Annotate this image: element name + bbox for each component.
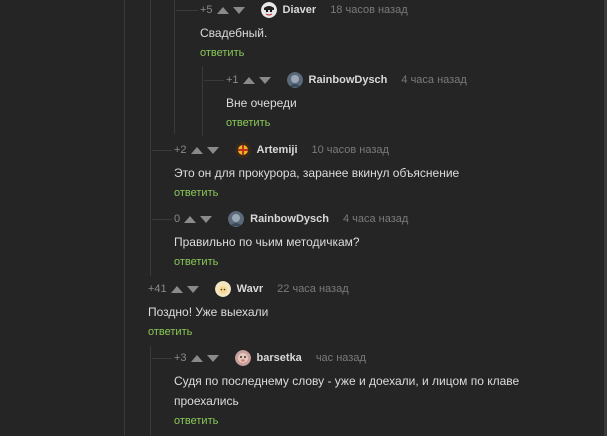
comment-header: +3 barsetka час назад bbox=[174, 348, 554, 368]
comment-author[interactable]: Artemiji bbox=[257, 144, 298, 156]
thread-line bbox=[150, 346, 151, 436]
comment: +41 Wavr 22 часа назад Поздно! Уже выеха… bbox=[148, 279, 349, 340]
comment: +3 barsetka час назад Судя по последнему… bbox=[174, 348, 554, 429]
comment-rating: 0 bbox=[174, 213, 181, 225]
upvote-icon[interactable] bbox=[170, 285, 183, 293]
comment-author[interactable]: Wavr bbox=[237, 283, 264, 295]
reply-link[interactable]: ответить bbox=[200, 47, 244, 59]
thread-connector bbox=[152, 219, 172, 220]
comment-author[interactable]: RainbowDysch bbox=[309, 74, 388, 86]
comment-rating: +2 bbox=[174, 144, 187, 156]
comment: +5 Diaver 18 часов назад Свадебный. отве… bbox=[200, 0, 408, 61]
comment-text: Правильно по чьим методичкам? bbox=[174, 235, 360, 249]
comment-time[interactable]: 10 часов назад bbox=[312, 144, 389, 156]
comment-text: Свадебный. bbox=[200, 26, 268, 40]
avatar[interactable] bbox=[260, 2, 277, 18]
reply-link[interactable]: ответить bbox=[174, 256, 218, 268]
downvote-icon[interactable] bbox=[200, 215, 213, 223]
comment-header: +5 Diaver 18 часов назад bbox=[200, 0, 408, 20]
comment-header: +2 Artemiji 10 часов назад bbox=[174, 140, 459, 160]
comment-rating: +3 bbox=[174, 352, 187, 364]
thread-line bbox=[174, 0, 175, 134]
upvote-icon[interactable] bbox=[184, 215, 197, 223]
downvote-icon[interactable] bbox=[186, 285, 199, 293]
comment-time[interactable]: 4 часа назад bbox=[343, 213, 408, 225]
thread-line bbox=[124, 0, 125, 436]
comment-header: +41 Wavr 22 часа назад bbox=[148, 279, 349, 299]
reply-link[interactable]: ответить bbox=[174, 187, 218, 199]
avatar[interactable] bbox=[234, 142, 251, 158]
comment-text: Поздно! Уже выехали bbox=[148, 305, 269, 319]
comment-time[interactable]: час назад bbox=[316, 352, 366, 364]
downvote-icon[interactable] bbox=[258, 76, 271, 84]
avatar[interactable] bbox=[228, 211, 245, 227]
thread-connector bbox=[152, 358, 172, 359]
comment-time[interactable]: 4 часа назад bbox=[401, 74, 466, 86]
upvote-icon[interactable] bbox=[190, 146, 203, 154]
thread-connector bbox=[176, 10, 198, 11]
avatar[interactable] bbox=[234, 350, 251, 366]
avatar[interactable] bbox=[286, 72, 303, 88]
comments-page: +5 Diaver 18 часов назад Свадебный. отве… bbox=[0, 0, 607, 436]
downvote-icon[interactable] bbox=[206, 354, 219, 362]
upvote-icon[interactable] bbox=[242, 76, 255, 84]
reply-link[interactable]: ответить bbox=[174, 415, 218, 427]
thread-line bbox=[202, 66, 203, 136]
comment-author[interactable]: barsetka bbox=[257, 352, 302, 364]
comment-rating: +1 bbox=[226, 74, 239, 86]
comment-header: 0 RainbowDysch 4 часа назад bbox=[174, 209, 408, 229]
avatar[interactable] bbox=[214, 281, 231, 297]
upvote-icon[interactable] bbox=[216, 6, 229, 14]
thread-connector bbox=[152, 150, 172, 151]
comment-rating: +5 bbox=[200, 4, 213, 16]
comment-time[interactable]: 18 часов назад bbox=[330, 4, 407, 16]
downvote-icon[interactable] bbox=[232, 6, 245, 14]
comment: +1 RainbowDysch 4 часа назад Вне очереди… bbox=[226, 70, 467, 131]
comment-author[interactable]: RainbowDysch bbox=[250, 213, 329, 225]
comment-time[interactable]: 22 часа назад bbox=[277, 283, 348, 295]
comment: 0 RainbowDysch 4 часа назад Правильно по… bbox=[174, 209, 408, 270]
comment: +2 Artemiji 10 часов назад Это он для пр… bbox=[174, 140, 459, 201]
comment-rating: +41 bbox=[148, 283, 167, 295]
thread-connector bbox=[204, 80, 224, 81]
comment-text: Вне очереди bbox=[226, 96, 297, 110]
comment-author[interactable]: Diaver bbox=[283, 4, 317, 16]
comment-text: Судя по последнему слову - уже и доехали… bbox=[174, 374, 520, 408]
downvote-icon[interactable] bbox=[206, 146, 219, 154]
comment-header: +1 RainbowDysch 4 часа назад bbox=[226, 70, 467, 90]
reply-link[interactable]: ответить bbox=[148, 326, 192, 338]
comment-text: Это он для прокурора, заранее вкинул объ… bbox=[174, 166, 460, 180]
upvote-icon[interactable] bbox=[190, 354, 203, 362]
thread-line bbox=[150, 0, 151, 276]
reply-link[interactable]: ответить bbox=[226, 117, 270, 129]
